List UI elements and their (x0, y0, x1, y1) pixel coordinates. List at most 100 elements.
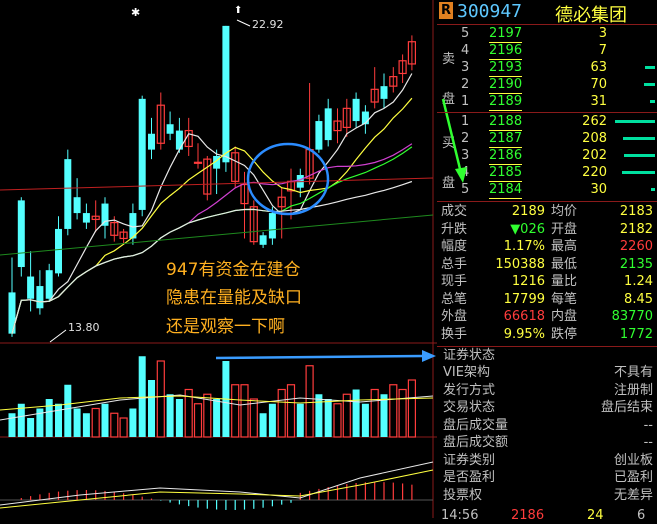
pointer-arrow-green (441, 98, 467, 183)
level-price: 2184 (489, 182, 523, 199)
volume-bar (324, 399, 332, 437)
info-key: 盘后成交量 (443, 417, 509, 433)
stat-label: 幅度 (441, 239, 468, 254)
stats-row: 外盘 66618 内盘 83770 (437, 308, 657, 325)
high-price-label: 22.92 (252, 18, 284, 31)
volume-bar (138, 356, 146, 437)
stat-value: 150388 (495, 256, 545, 272)
stat-value: 1.17% (503, 239, 545, 254)
info-row: 盘后成交量 -- (437, 418, 657, 434)
asks-level-2[interactable]: 2 2190 70 (437, 77, 657, 94)
volume-bar (268, 403, 276, 437)
depth-bar (621, 171, 655, 174)
annotation-line-1: 947有资金在建仓 (166, 260, 300, 280)
volume-bar (45, 399, 53, 437)
stat-value: 1772 (619, 326, 653, 342)
trading-screen: ✱ ⬆ 22.92 13.80 947有资金在建仓 隐患在量能及缺口 还是观察一… (0, 0, 657, 523)
info-key: VIE架构 (443, 365, 490, 380)
stats-row: 幅度 1.17% 最高 2260 (437, 238, 657, 255)
level-price: 2193 (489, 60, 523, 77)
info-title[interactable]: 证券状态 (443, 348, 495, 364)
depth-bar (623, 137, 655, 140)
stat-value: 83770 (611, 309, 653, 324)
stat-label: 换手 (441, 326, 468, 342)
stat-label: 开盘 (551, 221, 578, 237)
info-value: -- (643, 417, 653, 433)
stat-value: 2182 (619, 221, 653, 237)
info-key: 发行方式 (443, 382, 496, 398)
info-row: 是否盈利 已盈利 (437, 470, 657, 486)
volume-bar (55, 403, 62, 437)
stat-label: 量比 (551, 274, 578, 289)
level-price: 2197 (489, 26, 523, 43)
info-row: 盘后成交额 -- (437, 435, 657, 451)
tick-time: 14:56 (441, 508, 479, 523)
asks-level-4[interactable]: 4 2196 7 (437, 43, 657, 60)
info-value: 不具有 (613, 365, 653, 380)
level-volume: 30 (590, 182, 607, 197)
volume-bar (361, 403, 369, 437)
level-volume: 220 (582, 165, 607, 180)
level-volume: 3 (598, 26, 607, 41)
depth-bar (650, 100, 655, 103)
candle (64, 149, 72, 236)
info-key: 投票权 (443, 487, 483, 503)
volume-bar (296, 403, 304, 437)
volume-bar (213, 399, 221, 437)
stat-value: 8.45 (624, 291, 653, 307)
info-key: 证券类别 (443, 452, 496, 468)
level-volume: 63 (590, 60, 607, 75)
stat-value: 2260 (619, 239, 653, 254)
volume-bar (64, 384, 72, 437)
star-marker: ✱ (131, 6, 140, 19)
stat-label: 升跌 (441, 221, 468, 237)
asks-level-3[interactable]: 3 2193 63 (437, 60, 657, 77)
info-value: 盘后结束 (600, 400, 653, 415)
stat-label: 现手 (441, 274, 468, 289)
stat-label: 成交 (441, 204, 468, 219)
info-row: 投票权 无差异 (437, 488, 657, 504)
tick-count: 6 (637, 508, 646, 523)
info-row: 交易状态 盘后结束 (437, 400, 657, 416)
annotation-line-3: 还是观察一下啊 (166, 317, 285, 337)
depth-bar (615, 120, 655, 123)
candle (138, 95, 146, 217)
info-value: 创业板 (613, 452, 653, 468)
level-volume: 7 (598, 43, 607, 58)
level-price: 2185 (489, 165, 523, 182)
stat-label: 内盘 (551, 309, 578, 324)
stock-code[interactable]: 300947 (457, 1, 522, 22)
stats-row: 成交 2189 均价 2183 (437, 203, 657, 220)
level-price: 2187 (489, 131, 523, 148)
info-row: VIE架构 不具有 (437, 365, 657, 381)
info-key: 盘后成交额 (443, 435, 509, 450)
volume-bar (352, 389, 360, 437)
info-value: -- (643, 435, 653, 450)
stat-value: 17799 (503, 291, 545, 307)
info-value: 已盈利 (613, 470, 653, 485)
level-index: 2 (461, 77, 470, 92)
level-price: 2186 (489, 148, 523, 165)
stats-row: 升跌 ▼026 开盘 2182 (437, 221, 657, 238)
stat-label: 每笔 (551, 291, 578, 307)
low-price-label: 13.80 (68, 321, 100, 334)
stat-value: 66618 (503, 309, 545, 324)
stat-label: 最高 (551, 239, 578, 254)
stat-label: 均价 (551, 204, 578, 219)
level-price: 2190 (489, 77, 523, 94)
stat-value: 1.24 (624, 274, 653, 289)
info-value: 注册制 (613, 382, 653, 398)
stat-label: 总手 (441, 256, 468, 272)
level-index: 5 (461, 26, 470, 41)
info-title-row: 证券状态 (437, 348, 657, 364)
stats-row: 总手 150388 最低 2135 (437, 256, 657, 273)
volume-bar (259, 413, 267, 437)
kline-chart[interactable]: ✱ ⬆ 22.92 13.80 947有资金在建仓 隐患在量能及缺口 还是观察一… (0, 0, 437, 518)
volume-bar (27, 418, 35, 437)
level-volume: 70 (590, 77, 607, 92)
asks-level-5[interactable]: 5 2197 3 (437, 26, 657, 43)
level-price: 2188 (489, 114, 523, 131)
volume-bar (73, 408, 81, 437)
volume-bar (175, 399, 183, 437)
stats-row: 总笔 17799 每笔 8.45 (437, 291, 657, 308)
